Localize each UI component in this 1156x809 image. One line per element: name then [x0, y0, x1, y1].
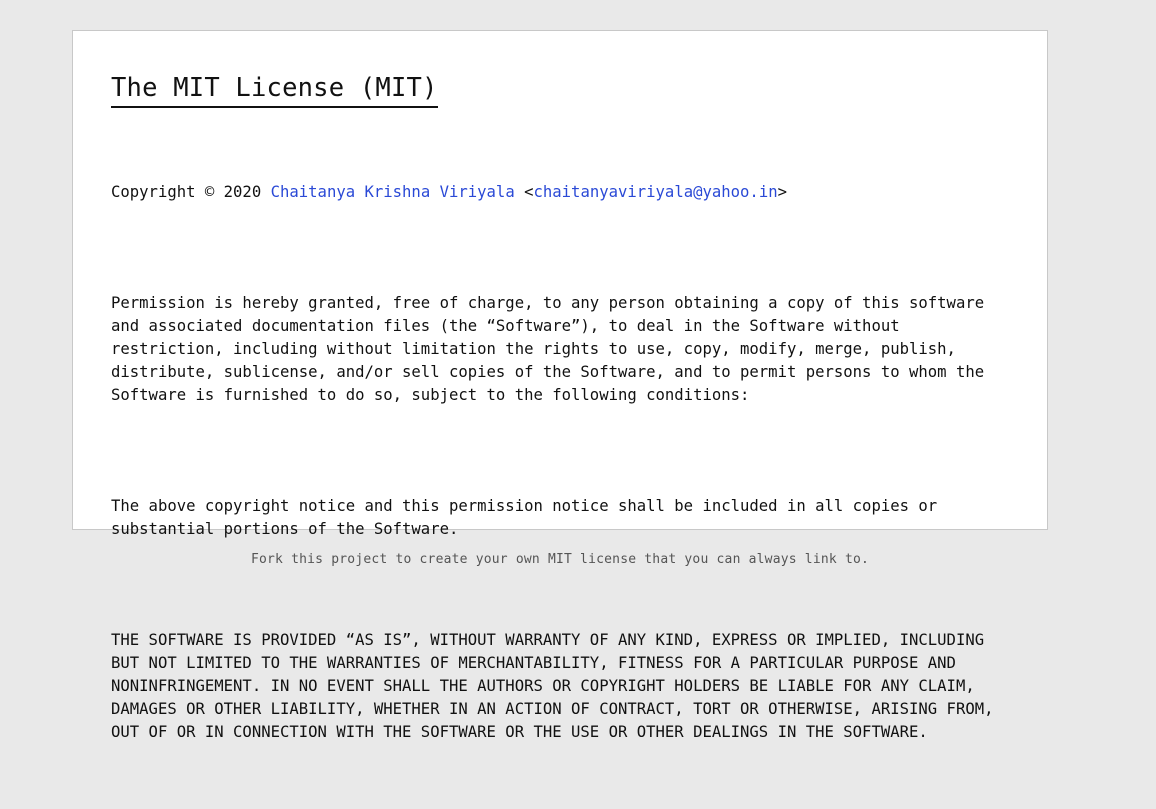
- notice-line: substantial portions of the Software.: [111, 520, 459, 538]
- copyright-line: Copyright © 2020 Chaitanya Krishna Viriy…: [111, 181, 1031, 204]
- footer-note: Fork this project to create your own MIT…: [250, 552, 870, 567]
- permission-line: Software is furnished to do so, subject …: [111, 386, 750, 404]
- permission-line: and associated documentation files (the …: [111, 317, 900, 335]
- warranty-line: OUT OF OR IN CONNECTION WITH THE SOFTWAR…: [111, 723, 928, 741]
- permission-line: restriction, including without limitatio…: [111, 340, 956, 358]
- email-open: <: [514, 183, 534, 201]
- license-card: The MIT License (MIT) Copyright © 2020 C…: [72, 30, 1048, 741]
- permission-line: Permission is hereby granted, free of ch…: [111, 294, 985, 312]
- permission-paragraph: Permission is hereby granted, free of ch…: [111, 292, 1031, 407]
- warranty-paragraph: THE SOFTWARE IS PROVIDED “AS IS”, WITHOU…: [111, 629, 1031, 744]
- warranty-line: DAMAGES OR OTHER LIABILITY, WHETHER IN A…: [111, 700, 994, 718]
- permission-line: distribute, sublicense, and/or sell copi…: [111, 363, 985, 381]
- copyright-prefix: Copyright © 2020: [111, 183, 271, 201]
- license-body: Copyright © 2020 Chaitanya Krishna Viriy…: [111, 135, 1031, 809]
- author-link[interactable]: Chaitanya Krishna Viriyala: [271, 183, 515, 201]
- email-link[interactable]: chaitanyaviriyala@yahoo.in: [534, 183, 778, 201]
- warranty-line: THE SOFTWARE IS PROVIDED “AS IS”, WITHOU…: [111, 631, 985, 649]
- warranty-line: NONINFRINGEMENT. IN NO EVENT SHALL THE A…: [111, 677, 975, 695]
- warranty-line: BUT NOT LIMITED TO THE WARRANTIES OF MER…: [111, 654, 956, 672]
- email-close: >: [777, 183, 787, 201]
- page-title: The MIT License (MIT): [111, 71, 438, 108]
- notice-paragraph: The above copyright notice and this perm…: [111, 495, 1031, 541]
- notice-line: The above copyright notice and this perm…: [111, 497, 938, 515]
